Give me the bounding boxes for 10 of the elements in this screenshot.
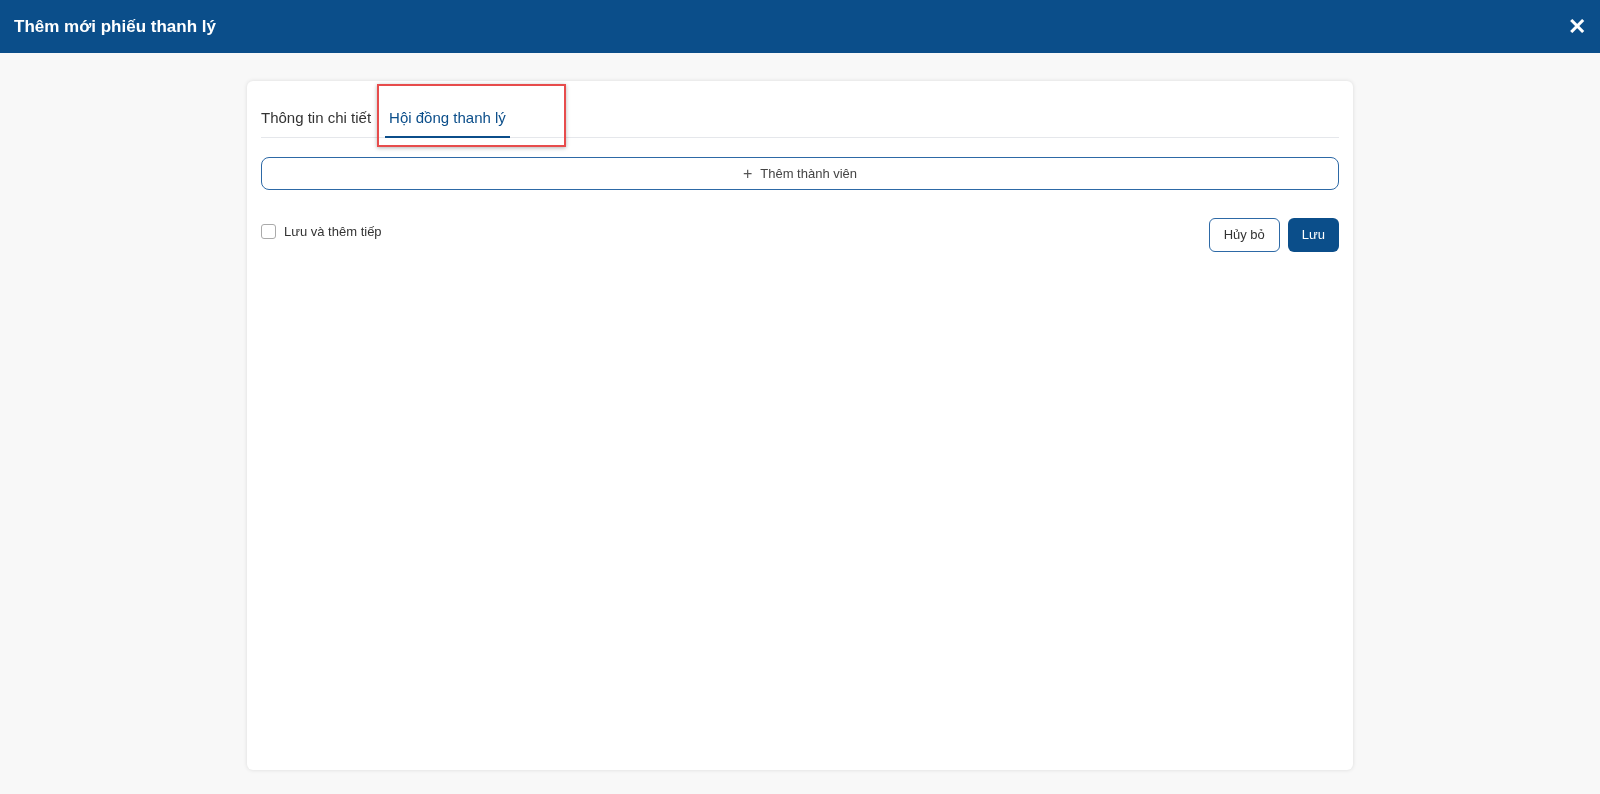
window-title: Thêm mới phiếu thanh lý <box>14 15 216 38</box>
cancel-button[interactable]: Hủy bỏ <box>1208 218 1280 252</box>
add-member-button[interactable]: + Thêm thành viên <box>261 157 1339 190</box>
close-button[interactable]: ✕ <box>1568 15 1586 38</box>
checkbox-label: Lưu và thêm tiếp <box>284 223 382 241</box>
plus-icon: + <box>742 165 753 182</box>
tab[interactable]: Thông tin chi tiết <box>261 101 372 138</box>
checkbox[interactable] <box>261 224 276 240</box>
save-button[interactable]: Lưu <box>1287 218 1339 252</box>
tab[interactable]: Hội đồng thanh lý <box>385 101 510 138</box>
